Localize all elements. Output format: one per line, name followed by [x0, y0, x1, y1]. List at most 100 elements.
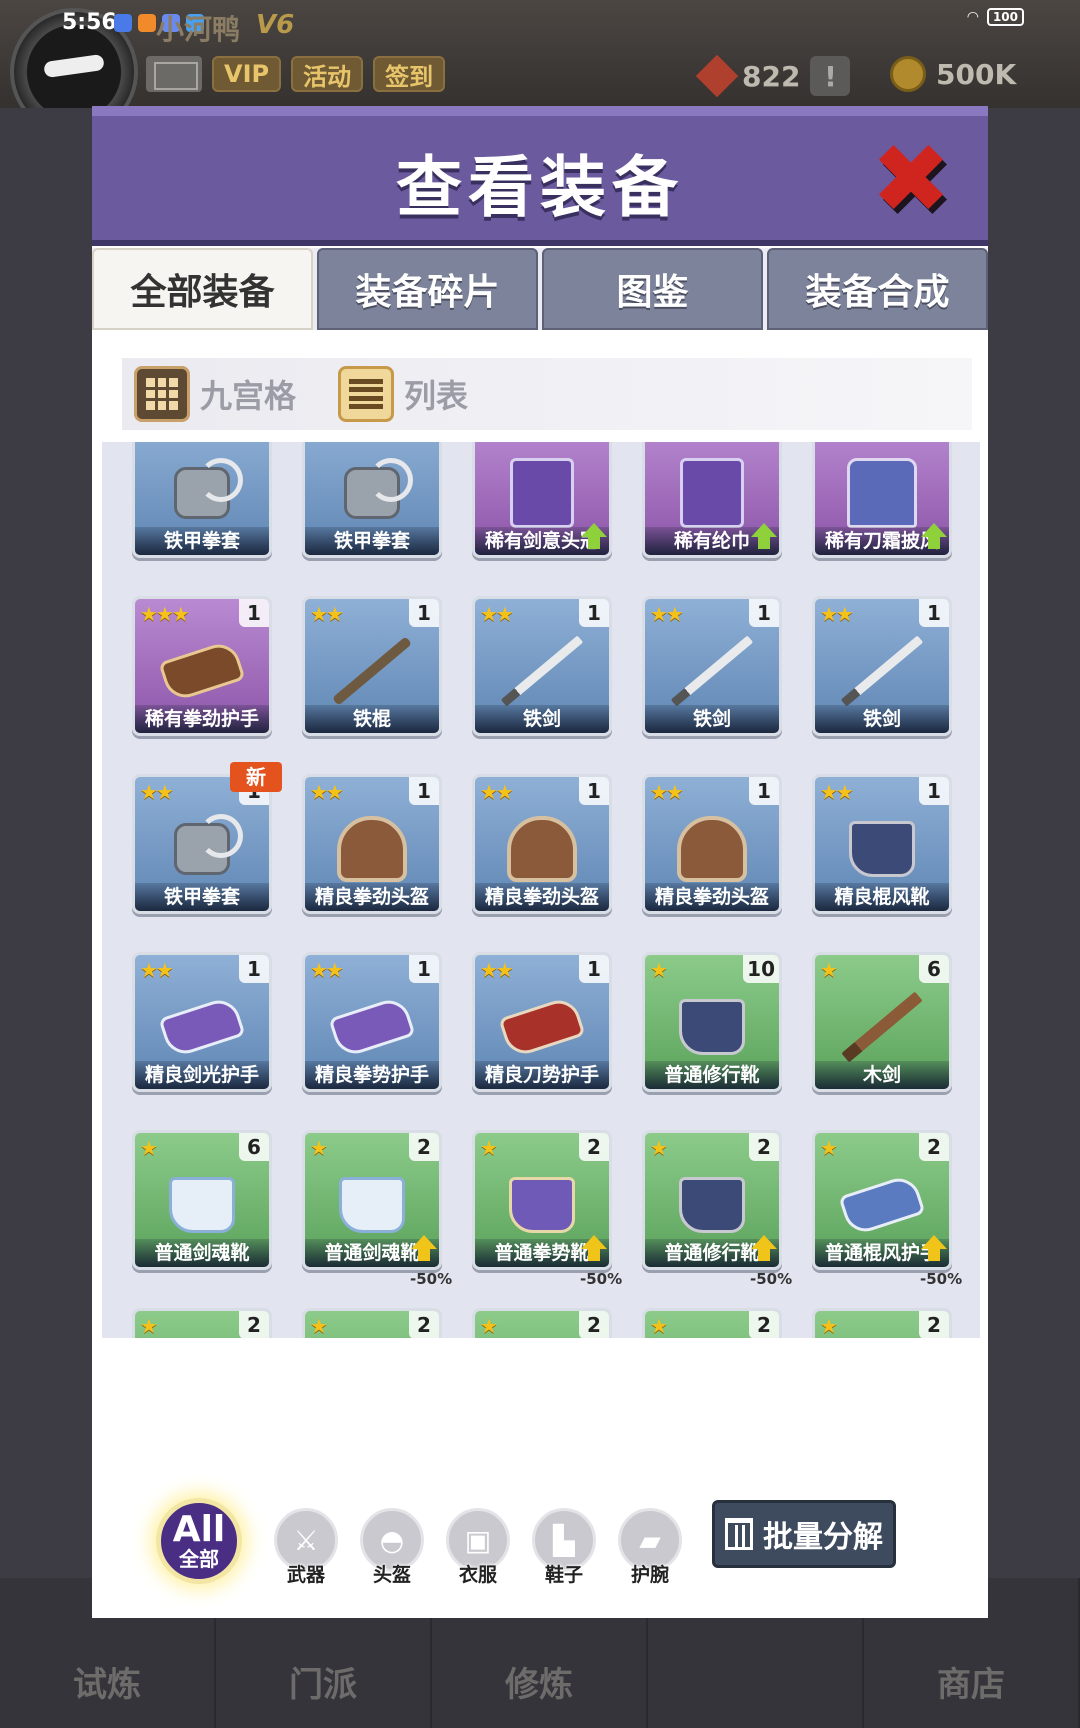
sword-icon: ⚔	[293, 1523, 319, 1557]
top-buttons: VIP 活动 签到	[146, 56, 446, 92]
boot-icon	[169, 1177, 235, 1234]
item-count: 1	[749, 777, 779, 805]
item-count: 1	[749, 599, 779, 627]
equipment-modal: 查看装备 ✖ 全部装备 装备碎片 图鉴 装备合成 九宫格 列表 铁甲拳套 铁甲拳套…	[92, 106, 988, 1618]
item-name: 精良拳势护手	[305, 1061, 439, 1089]
equipment-item[interactable]: ★ 10 普通修行靴	[642, 952, 782, 1092]
tab-equipment-synthesis[interactable]: 装备合成	[767, 248, 988, 330]
equipment-grid[interactable]: 铁甲拳套 铁甲拳套 稀有剑意头冠 稀有纶巾 稀有刀霜披风 ★★★ 1 稀有拳劲护手 ★★ 1 铁棍 ★…	[102, 442, 980, 1338]
equipment-item[interactable]: 稀有刀霜披风	[812, 442, 952, 558]
equipment-item[interactable]: ★★ 1 铁棍	[302, 596, 442, 736]
item-count: 2	[409, 1311, 439, 1338]
bracer-icon: ▰	[639, 1523, 661, 1557]
star-rating: ★★	[140, 780, 174, 804]
battery-icon: 100	[986, 8, 1024, 26]
trash-icon	[725, 1518, 753, 1550]
item-count: 6	[239, 1133, 269, 1161]
star-rating: ★	[480, 1136, 498, 1160]
tab-all-equipment[interactable]: 全部装备	[92, 248, 313, 330]
equipment-item[interactable]: ★2普通棍风护手	[132, 1308, 272, 1338]
star-rating: ★	[310, 1136, 328, 1160]
item-count: 2	[409, 1133, 439, 1161]
boot-icon: ▙	[553, 1523, 575, 1557]
equipment-item[interactable]: ★ 2 普通剑魂靴	[302, 1130, 442, 1270]
star-rating: ★	[820, 1314, 838, 1338]
tab-codex[interactable]: 图鉴	[542, 248, 763, 330]
upgrade-arrow-icon	[921, 1235, 947, 1263]
equipment-item[interactable]: ★ 6 普通剑魂靴	[132, 1130, 272, 1270]
item-count: 2	[919, 1133, 949, 1161]
item-name: 精良拳劲头盔	[305, 883, 439, 911]
player-name: 小河鸭	[156, 13, 241, 46]
status-right: ◠ 100	[967, 8, 1024, 26]
equipment-item[interactable]: ★2普通拳势护手	[302, 1308, 442, 1338]
mail-icon[interactable]	[146, 56, 202, 92]
item-count: 1	[239, 599, 269, 627]
star-rating: ★★	[480, 602, 514, 626]
guard-icon	[158, 639, 246, 704]
equipment-item[interactable]: ★2普通棍风护手	[812, 1130, 952, 1270]
item-count: 2	[579, 1133, 609, 1161]
equipment-item[interactable]: ★★ 1 精良剑光护手	[132, 952, 272, 1092]
close-icon[interactable]: ✖	[868, 131, 954, 227]
vip-button[interactable]: VIP	[212, 56, 282, 92]
equipment-item[interactable]: ★★★ 1 稀有拳劲护手	[132, 596, 272, 736]
checkin-button[interactable]: 签到	[373, 56, 446, 92]
star-rating: ★	[480, 1314, 498, 1338]
equipment-item[interactable]: ★★ 1 精良棍风靴	[812, 774, 952, 914]
helmet-icon	[337, 816, 407, 883]
filter-weapon-label: 武器	[286, 1564, 325, 1586]
equipment-item[interactable]: 稀有纶巾	[642, 442, 782, 558]
item-name: 铁剑	[475, 705, 609, 733]
upgrade-arrow-icon	[411, 1235, 437, 1263]
view-list-option[interactable]: 列表	[338, 366, 468, 422]
events-button[interactable]: 活动	[291, 56, 364, 92]
equipment-item[interactable]: 铁甲拳套	[132, 442, 272, 558]
equipment-item[interactable]: ★2普通棍罡护手	[472, 1308, 612, 1338]
equipment-item[interactable]: ★★1铁甲拳套	[132, 774, 272, 914]
equipment-item[interactable]: ★ 2 普通修行靴	[642, 1130, 782, 1270]
view-grid-label: 九宫格	[200, 377, 297, 415]
equipment-item[interactable]: ★2普通拳劲护手	[812, 1308, 952, 1338]
view-mode-bar: 九宫格 列表	[122, 358, 972, 430]
star-rating: ★★★	[140, 602, 190, 626]
star-rating: ★★	[650, 780, 684, 804]
batch-decompose-button[interactable]: 批量分解	[712, 1500, 896, 1568]
item-name: 普通剑魂靴	[135, 1239, 269, 1267]
equipment-item[interactable]: ★★ 1 铁剑	[642, 596, 782, 736]
star-rating: ★★	[310, 780, 344, 804]
equipment-item[interactable]: ★★ 1 精良拳势护手	[302, 952, 442, 1092]
gold-count: 500K	[936, 57, 1017, 91]
filter-all-button[interactable]: All 全部	[156, 1498, 242, 1584]
star-rating: ★	[650, 958, 668, 982]
star-rating: ★★	[820, 602, 854, 626]
star-rating: ★	[820, 958, 838, 982]
equipment-item[interactable]: ★★ 1 精良拳劲头盔	[642, 774, 782, 914]
discount-label: -50%	[410, 1270, 453, 1288]
armor-icon: ▣	[464, 1523, 492, 1557]
equipment-item[interactable]: 铁甲拳套	[302, 442, 442, 558]
boot-icon	[679, 1177, 745, 1234]
equipment-item[interactable]: ★★ 1 精良刀势护手	[472, 952, 612, 1092]
item-count: 2	[749, 1133, 779, 1161]
equipment-item[interactable]: ★ 2 普通拳势靴	[472, 1130, 612, 1270]
player-vip-level: V6	[256, 10, 295, 40]
gem-count: 822	[742, 59, 801, 93]
star-rating: ★★	[310, 602, 344, 626]
background-left	[0, 108, 92, 1578]
tab-equipment-fragments[interactable]: 装备碎片	[317, 248, 538, 330]
guard-icon	[838, 1173, 926, 1238]
equipment-item[interactable]: ★★ 1 精良拳劲头盔	[302, 774, 442, 914]
equipment-item[interactable]: ★★ 1 铁剑	[472, 596, 612, 736]
star-rating: ★	[310, 1314, 328, 1338]
item-count: 10	[743, 955, 779, 983]
equipment-item[interactable]: ★ 6 木剑	[812, 952, 952, 1092]
add-gems-button[interactable]: !	[810, 56, 851, 96]
gem-icon	[695, 54, 739, 98]
equipment-item[interactable]: ★2普通刀势护手	[642, 1308, 782, 1338]
equipment-item[interactable]: ★★ 1 铁剑	[812, 596, 952, 736]
view-grid-option[interactable]: 九宫格	[134, 366, 296, 422]
equipment-item[interactable]: ★★ 1 精良拳劲头盔	[472, 774, 612, 914]
guard-icon	[328, 995, 416, 1060]
equipment-item[interactable]: 稀有剑意头冠	[472, 442, 612, 558]
